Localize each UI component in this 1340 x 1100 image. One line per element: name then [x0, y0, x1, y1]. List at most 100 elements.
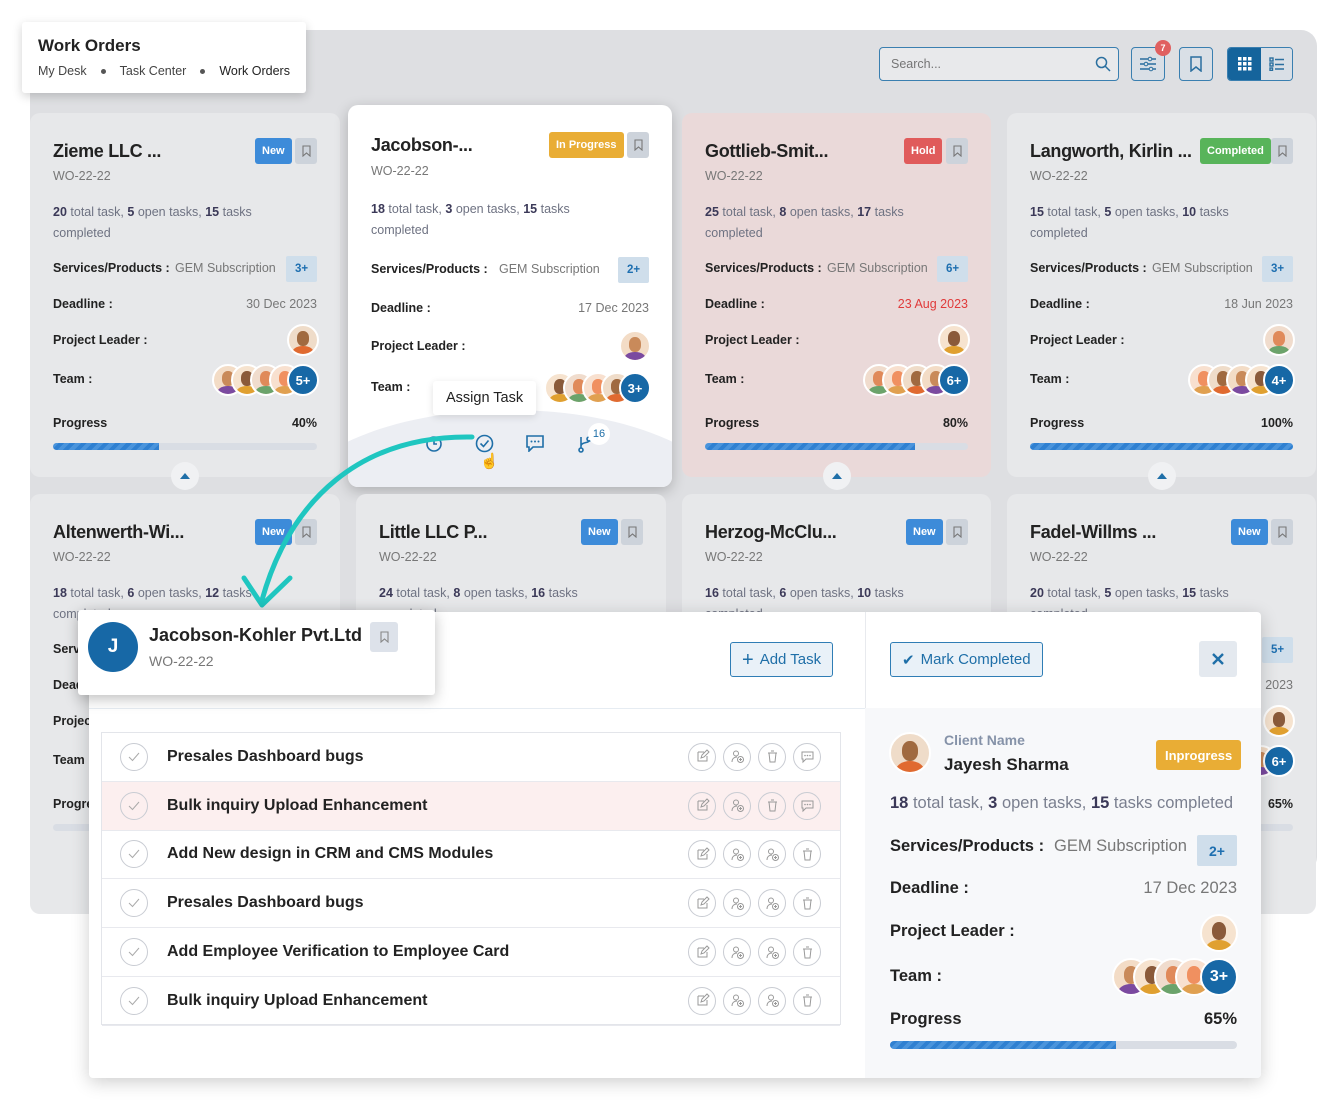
bookmark-button[interactable] — [1271, 519, 1293, 545]
delete-button[interactable] — [793, 938, 821, 967]
comment-button[interactable] — [793, 791, 821, 820]
complete-task-checkbox[interactable] — [120, 742, 148, 771]
avatar[interactable] — [1200, 914, 1238, 952]
work-order-card[interactable]: Zieme LLC ... WO-22-22 New 20 total task, 5… — [30, 113, 340, 477]
task-list: Presales Dashboard bugs Bulk inquiry Uplo… — [101, 732, 841, 1026]
task-row[interactable]: Bulk inquiry Upload Enhancement — [102, 977, 840, 1026]
edit-button[interactable] — [688, 986, 716, 1015]
expand-card-button[interactable] — [822, 462, 851, 490]
work-order-card[interactable]: Gottlieb-Smit... WO-22-22 Hold 25 total tas… — [682, 113, 991, 477]
team-label: Team : — [53, 372, 93, 386]
task-row[interactable]: Bulk inquiry Upload Enhancement — [102, 781, 840, 831]
avatar[interactable] — [889, 732, 931, 774]
complete-task-checkbox[interactable] — [120, 938, 148, 967]
services-label: Services/Products : — [1030, 261, 1147, 275]
mark-completed-button[interactable]: ✔ Mark Completed — [890, 642, 1043, 677]
bookmark-button[interactable] — [1271, 138, 1293, 164]
delete-button[interactable] — [758, 791, 786, 820]
bookmark-button[interactable] — [946, 519, 968, 545]
deadline-value: 30 Dec 2023 — [246, 297, 317, 311]
comment-icon[interactable] — [526, 435, 544, 452]
breadcrumb-my-desk[interactable]: My Desk — [38, 64, 87, 78]
assign-user-button[interactable] — [758, 986, 786, 1015]
project-leader-label: Project Leader : — [1030, 333, 1125, 347]
team-more-count[interactable]: 3+ — [619, 372, 651, 404]
clock-icon[interactable] — [425, 435, 443, 453]
task-name: Add Employee Verification to Employee Ca… — [167, 943, 510, 961]
assign-user-button[interactable] — [758, 889, 786, 918]
edit-icon — [697, 896, 710, 909]
complete-task-checkbox[interactable] — [120, 986, 148, 1015]
edit-button[interactable] — [688, 742, 716, 771]
expand-card-button[interactable] — [171, 462, 199, 490]
team-more-count[interactable]: 4+ — [1263, 364, 1295, 396]
bookmark-button[interactable] — [295, 519, 317, 545]
bookmark-button[interactable] — [627, 132, 649, 158]
task-row[interactable]: Presales Dashboard bugs — [102, 879, 840, 929]
bookmarks-button[interactable] — [1179, 47, 1213, 81]
assign-user-button[interactable] — [723, 938, 751, 967]
assign-user-button[interactable] — [723, 791, 751, 820]
assign-user-button[interactable] — [723, 986, 751, 1015]
breadcrumb-task-center[interactable]: Task Center — [120, 64, 187, 78]
more-services-chip[interactable]: 3+ — [286, 256, 317, 282]
check-icon — [128, 801, 140, 810]
expand-card-button[interactable] — [1147, 462, 1176, 490]
search-icon[interactable] — [1095, 56, 1111, 72]
team-more-count[interactable]: 5+ — [287, 364, 319, 396]
bookmark-button[interactable] — [295, 138, 317, 164]
assign-user-button[interactable] — [758, 840, 786, 869]
edit-button[interactable] — [688, 840, 716, 869]
team-more-count[interactable]: 6+ — [938, 364, 970, 396]
assign-user-button[interactable] — [723, 889, 751, 918]
bookmark-button[interactable] — [946, 138, 968, 164]
close-button[interactable] — [1199, 641, 1237, 677]
grid-view-button[interactable] — [1228, 48, 1261, 80]
edit-button[interactable] — [688, 938, 716, 967]
comment-button[interactable] — [793, 742, 821, 771]
avatar[interactable] — [938, 324, 970, 356]
company-avatar: J — [88, 622, 138, 672]
filter-button[interactable]: 7 — [1131, 40, 1171, 81]
bookmark-button[interactable] — [621, 519, 643, 545]
assign-task-check-icon[interactable] — [475, 434, 494, 453]
team-more-count[interactable]: 3+ — [1200, 958, 1238, 996]
complete-task-checkbox[interactable] — [120, 791, 148, 820]
delete-button[interactable] — [758, 742, 786, 771]
more-services-chip[interactable]: 3+ — [1262, 256, 1293, 282]
edit-button[interactable] — [688, 889, 716, 918]
task-row[interactable]: Add Employee Verification to Employee Ca… — [102, 928, 840, 977]
more-services-chip[interactable]: 5+ — [1262, 637, 1293, 663]
status-badge: In Progress — [549, 132, 624, 158]
search-input[interactable] — [880, 48, 1080, 79]
avatar[interactable] — [1263, 324, 1295, 356]
more-services-chip[interactable]: 6+ — [937, 256, 968, 282]
team-more-count[interactable]: 6+ — [1263, 745, 1295, 777]
task-row[interactable]: Presales Dashboard bugs — [102, 733, 840, 782]
assign-user-button[interactable] — [758, 938, 786, 967]
delete-button[interactable] — [793, 889, 821, 918]
assign-user-button[interactable] — [723, 840, 751, 869]
work-order-card[interactable]: Langworth, Kirlin ... WO-22-22 Completed 15… — [1007, 113, 1316, 477]
filter-count-badge: 7 — [1155, 40, 1171, 56]
more-services-chip[interactable]: 2+ — [1197, 835, 1237, 866]
complete-task-checkbox[interactable] — [120, 840, 148, 869]
edit-button[interactable] — [688, 791, 716, 820]
task-row[interactable]: Add New design in CRM and CMS Modules — [102, 831, 840, 880]
deadline-label: Deadline : — [53, 297, 113, 311]
bookmark-button[interactable] — [370, 622, 398, 652]
project-leader-label: Project Leader : — [705, 333, 800, 347]
more-services-chip[interactable]: 2+ — [618, 257, 649, 283]
add-task-button[interactable]: + Add Task — [730, 642, 834, 677]
avatar[interactable] — [287, 324, 319, 356]
avatar[interactable] — [619, 330, 651, 362]
check-icon — [128, 947, 140, 957]
avatar[interactable] — [1263, 705, 1295, 737]
work-order-card[interactable]: Jacobson-... WO-22-22 In Progress 18 total … — [348, 105, 672, 487]
card-title: Altenwerth-Wi... — [53, 522, 185, 542]
complete-task-checkbox[interactable] — [120, 889, 148, 918]
delete-button[interactable] — [793, 840, 821, 869]
assign-user-button[interactable] — [723, 742, 751, 771]
delete-button[interactable] — [793, 986, 821, 1015]
list-view-button[interactable] — [1261, 48, 1292, 80]
